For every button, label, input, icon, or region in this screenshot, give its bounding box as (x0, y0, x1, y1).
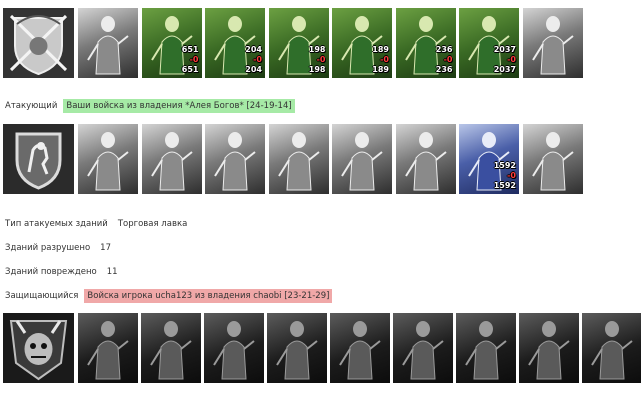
unit-remaining: 236 (435, 65, 453, 74)
destroyed-label: Зданий разрушено (5, 243, 91, 253)
defender-unit-slot[interactable] (141, 313, 201, 383)
angel-icon (523, 124, 583, 194)
lion-shield-emblem-icon (3, 124, 74, 194)
unit-count: 204 (245, 45, 262, 54)
griffin-icon (269, 124, 329, 194)
attacker-units-row: 651 -0 651 204 -0 204 198 -0 198 189 -0 189 236 -0 236… (0, 8, 641, 78)
defender-unit-slot[interactable] (204, 313, 264, 383)
defender-value: Войска игрока ucha123 из владения chaobi… (84, 289, 333, 303)
dwarf-figure-icon (78, 8, 138, 78)
attacker-unit-slot[interactable]: 189 -0 189 (332, 8, 392, 78)
demon-skull-emblem-icon (3, 313, 74, 383)
unit-remaining: 1592 (493, 181, 516, 190)
defender-unit-slot[interactable] (582, 313, 641, 383)
reaper-icon (582, 313, 641, 383)
middle-unit-slot[interactable] (205, 124, 265, 194)
unit-loss: -0 (443, 55, 453, 64)
middle-unit-slot[interactable] (395, 124, 456, 194)
target-value: Торговая лавка (117, 219, 188, 229)
defender-unit-slot[interactable] (456, 313, 516, 383)
attacker-label: Атакующий (5, 101, 58, 111)
middle-unit-slot[interactable] (522, 124, 583, 194)
attacker-unit-slot[interactable]: 198 -0 198 (268, 8, 329, 78)
death-knight-icon (456, 313, 516, 383)
middle-unit-slot[interactable]: 1592 -0 1592 (459, 124, 519, 194)
middle-units-row: 1592 -0 1592 (0, 124, 641, 194)
unit-count: 198 (308, 45, 326, 54)
defender-unit-slot[interactable] (267, 313, 327, 383)
unit-remaining: 651 (181, 65, 199, 74)
middle-unit-slot[interactable] (268, 124, 329, 194)
unit-count: 236 (435, 45, 453, 54)
defender-unit-slot[interactable] (330, 313, 390, 383)
beast-icon (204, 313, 264, 383)
defender-label: Защищающийся (5, 291, 79, 301)
cavalry-icon (205, 124, 265, 194)
monk-icon (396, 124, 456, 194)
werewolf-icon (330, 313, 390, 383)
attacker-line: Атакующий Ваши войска из владения *Алея Б… (5, 99, 295, 113)
attacker-unit-slot[interactable]: 2037 -0 2037 (459, 8, 519, 78)
crossbowman-icon (332, 124, 392, 194)
unit-remaining: 2037 (493, 65, 516, 74)
middle-unit-slot[interactable] (78, 124, 138, 194)
unit-remaining: 204 (245, 65, 262, 74)
crossed-bows-emblem-icon (3, 8, 74, 78)
pikeman-icon (142, 124, 202, 194)
lich-icon (393, 313, 453, 383)
unit-remaining: 189 (372, 65, 389, 74)
damaged-label: Зданий повреждено (5, 267, 97, 277)
destroyed-value: 17 (100, 243, 111, 253)
cloaked-figure-icon (523, 8, 583, 78)
dread-lord-icon (519, 313, 579, 383)
unit-loss: -0 (189, 55, 199, 64)
unit-loss: -0 (316, 55, 326, 64)
unit-count: 2037 (493, 45, 516, 54)
defender-unit-slot[interactable] (78, 313, 138, 383)
target-label: Тип атакуемых зданий (5, 219, 108, 229)
unit-count: 1592 (493, 161, 516, 170)
damaged-value: 11 (106, 267, 118, 277)
demon-hound-icon (78, 313, 138, 383)
destroyed-line: Зданий разрушено 17 (5, 243, 111, 254)
damaged-line: Зданий повреждено 11 (5, 267, 118, 278)
attacker-unit-slot[interactable]: 204 -0 204 (205, 8, 265, 78)
attacker-unit-slot[interactable] (522, 8, 583, 78)
attacker-value: Ваши войска из владения *Алея Богов* [24… (63, 99, 295, 113)
unit-loss: -0 (253, 55, 262, 64)
attacker-unit-slot[interactable]: 236 -0 236 (395, 8, 456, 78)
defender-unit-slot[interactable] (519, 313, 579, 383)
middle-unit-slot[interactable] (141, 124, 202, 194)
defender-line: Защищающийся Войска игрока ucha123 из вла… (5, 289, 333, 303)
attacker-unit-slot[interactable]: 651 -0 651 (141, 8, 202, 78)
target-line: Тип атакуемых зданий Торговая лавка (5, 219, 187, 230)
defender-units-row (0, 313, 641, 383)
unit-loss: -0 (507, 171, 516, 180)
unit-count: 651 (181, 45, 199, 54)
middle-unit-slot[interactable] (332, 124, 392, 194)
unit-loss: -0 (380, 55, 389, 64)
unit-remaining: 198 (308, 65, 326, 74)
knight-figure-icon (78, 124, 138, 194)
wraith-icon (267, 313, 327, 383)
skeleton-icon (141, 313, 201, 383)
unit-loss: -0 (507, 55, 516, 64)
attacker-unit-slot[interactable] (78, 8, 138, 78)
defender-unit-slot[interactable] (393, 313, 453, 383)
unit-count: 189 (372, 45, 389, 54)
